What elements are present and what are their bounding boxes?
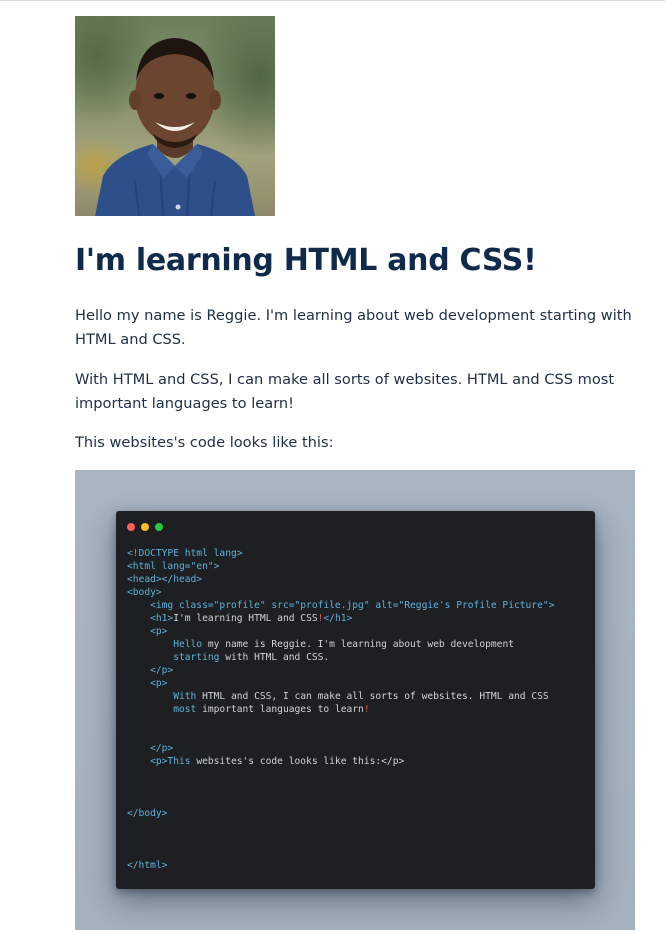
top-border (0, 0, 665, 1)
code-token: <h1> (127, 613, 174, 624)
code-token: <p>This (127, 756, 197, 767)
code-line: <img class="profile" src="profile.jpg" a… (127, 599, 587, 612)
code-token: <!DOCTYPE html lang> (127, 548, 243, 559)
code-token: Hello (127, 639, 208, 650)
code-token: websites's code looks like this:</p> (196, 756, 405, 767)
code-token: my name is Reggie. I'm learning about we… (207, 639, 514, 650)
code-token: With (127, 691, 203, 702)
code-line: </html> (127, 859, 587, 872)
code-token: with HTML and CSS. (225, 652, 330, 663)
code-line: With HTML and CSS, I can make all sorts … (127, 690, 587, 703)
code-token: ! (363, 704, 370, 715)
page-title: I'm learning HTML and CSS! (75, 243, 537, 278)
minimize-dot-icon (141, 523, 149, 531)
code-token: </html> (127, 860, 168, 871)
code-line: <h1>I'm learning HTML and CSS!</h1> (127, 612, 587, 625)
code-token: </h1> (323, 613, 353, 624)
code-line: <html lang="en"> (127, 560, 587, 573)
code-line: </p> (127, 742, 587, 755)
code-line: <!DOCTYPE html lang> (127, 547, 587, 560)
intro-paragraph: Hello my name is Reggie. I'm learning ab… (75, 307, 632, 348)
code-caption-paragraph: This websites's code looks like this: (75, 434, 334, 451)
code-token: starting (127, 652, 226, 663)
code-token: I'm learning HTML and CSS (173, 613, 318, 624)
code-line: </p> (127, 664, 587, 677)
code-token: </p> (127, 743, 174, 754)
code-token: HTML and CSS, I can make all sorts of we… (202, 691, 549, 702)
code-token: most (127, 704, 203, 715)
code-line: <body> (127, 586, 587, 599)
code-block: <!DOCTYPE html lang> <html lang="en"> <hea… (127, 547, 587, 872)
code-token: <head></head> (127, 574, 203, 585)
code-line: most important languages to learn! (127, 703, 587, 716)
code-screenshot: <!DOCTYPE html lang> <html lang="en"> <hea… (75, 470, 635, 930)
code-token: important languages to learn (202, 704, 364, 715)
code-line: <p> (127, 677, 587, 690)
code-line: starting with HTML and CSS. (127, 651, 587, 664)
code-line: Hello my name is Reggie. I'm learning ab… (127, 638, 587, 651)
code-token: <p> (127, 678, 168, 689)
code-token: <p> (127, 626, 168, 637)
close-dot-icon (127, 523, 135, 531)
maximize-dot-icon (155, 523, 163, 531)
code-token: <html lang="en"> (127, 561, 220, 572)
code-token: <img class="profile" src="profile.jpg" a… (127, 600, 555, 611)
profile-photo-illustration (95, 38, 255, 216)
code-line: <p>This websites's code looks like this:… (127, 755, 587, 768)
websites-paragraph: With HTML and CSS, I can make all sorts … (75, 371, 615, 412)
code-token: </p> (127, 665, 174, 676)
code-token: <body> (127, 587, 162, 598)
code-token: </body> (127, 808, 168, 819)
code-line: </body> (127, 807, 587, 820)
code-line: <p> (127, 625, 587, 638)
code-line: <head></head> (127, 573, 587, 586)
profile-picture (75, 16, 275, 216)
code-editor-window: <!DOCTYPE html lang> <html lang="en"> <hea… (116, 511, 595, 889)
